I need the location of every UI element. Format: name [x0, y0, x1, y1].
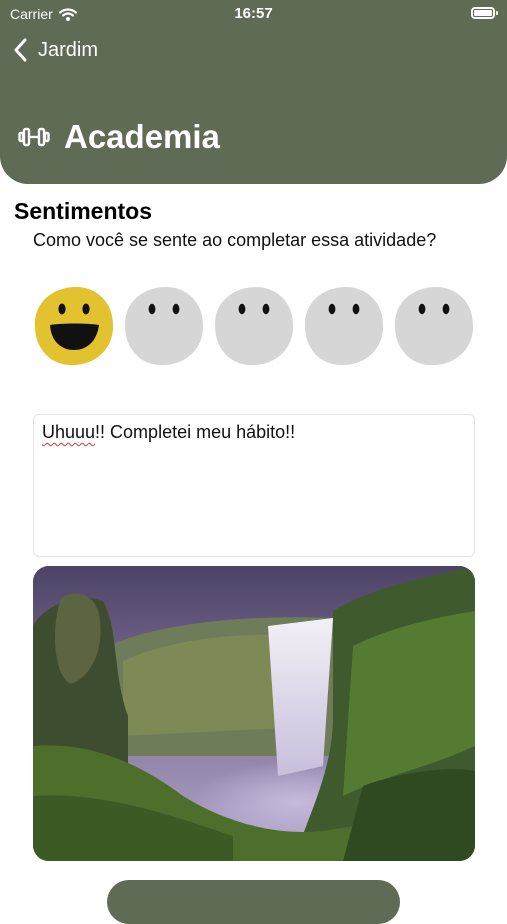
mood-option-happy[interactable] — [33, 285, 115, 367]
page-title: Academia — [64, 118, 220, 155]
status-time: 16:57 — [234, 5, 273, 22]
attached-photo[interactable] — [33, 566, 475, 861]
title-row: Academia — [18, 118, 220, 156]
waterfall-image — [33, 566, 475, 861]
note-text-area[interactable]: Uhuuu!! Completei meu hábito!! — [33, 414, 475, 557]
neutral-face-icon — [214, 286, 294, 366]
status-bar: Carrier 16:57 — [0, 0, 507, 28]
mood-option-3[interactable] — [213, 285, 295, 367]
neutral-face-icon — [124, 286, 204, 366]
back-button[interactable]: Jardim — [14, 38, 98, 62]
note-text: !! Completei meu hábito!! — [95, 422, 296, 442]
mood-option-4[interactable] — [303, 285, 385, 367]
mood-selector — [0, 285, 507, 367]
dumbbell-icon — [18, 127, 50, 147]
back-label: Jardim — [38, 38, 99, 61]
mood-option-5[interactable] — [393, 285, 475, 367]
mood-option-2[interactable] — [123, 285, 205, 367]
neutral-face-icon — [394, 286, 474, 366]
neutral-face-icon — [304, 286, 384, 366]
feeling-question: Como você se sente ao completar essa ati… — [33, 230, 437, 250]
battery-icon — [471, 7, 498, 19]
chevron-left-icon — [14, 38, 27, 62]
note-misspelled-word: Uhuuu — [42, 422, 96, 442]
section-title: Sentimentos — [14, 198, 153, 224]
save-button[interactable] — [107, 880, 400, 924]
header: Carrier 16:57 Jardim Academia — [0, 0, 507, 184]
happy-face-icon — [34, 286, 114, 366]
